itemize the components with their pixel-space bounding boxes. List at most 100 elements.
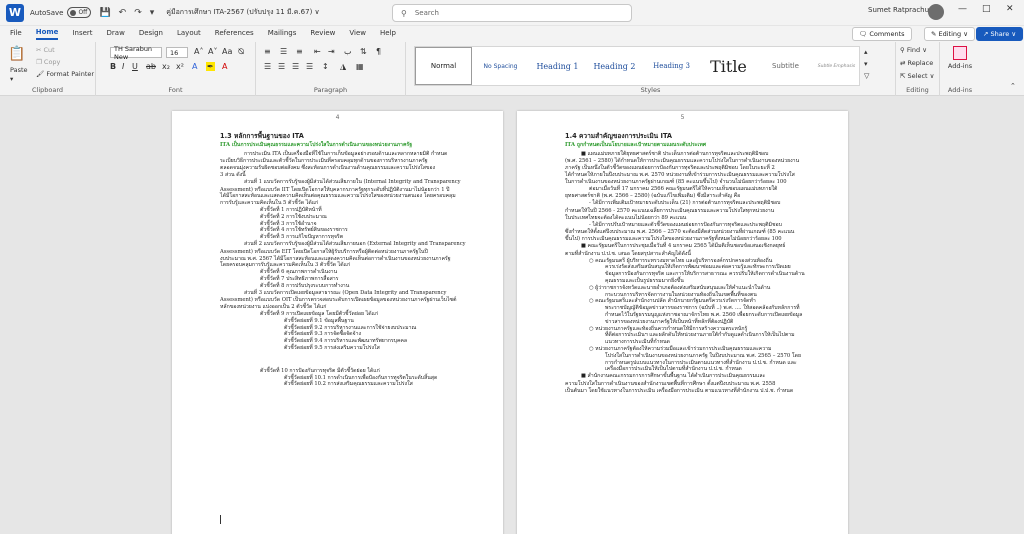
document-title[interactable]: คู่มือการเศึกษา ITA-2567 (ปรับปรุง 11 มี… (166, 7, 319, 18)
tab-mailings[interactable]: Mailings (268, 29, 297, 39)
align-left-icon[interactable]: ☰ (264, 62, 271, 71)
sort-icon[interactable]: ⇅ (360, 47, 367, 56)
justify-icon[interactable]: ☰ (306, 62, 313, 71)
tab-help[interactable]: Help (380, 29, 396, 39)
redo-icon[interactable]: ↷ (134, 8, 142, 18)
autosave-label: AutoSave (30, 8, 64, 17)
format-painter-button[interactable]: 🖌 Format Painter (36, 70, 94, 78)
style-no-spacing[interactable]: No Spacing (472, 47, 529, 85)
tab-home[interactable]: Home (35, 28, 59, 40)
borders-icon[interactable]: ▦ (356, 62, 364, 71)
styles-scroll-down-icon[interactable]: ▾ (864, 60, 868, 68)
paste-dropdown-icon[interactable]: ▾ (10, 75, 13, 83)
search-input[interactable]: ⚲ Search (392, 4, 632, 22)
tab-file[interactable]: File (10, 29, 22, 39)
style-subtitle-label: Subtitle (771, 62, 799, 70)
minimize-icon[interactable]: — (958, 4, 967, 14)
decrease-indent-icon[interactable]: ⇤ (314, 47, 321, 56)
show-formatting-icon[interactable]: ¶ (376, 47, 381, 56)
find-button[interactable]: ⚲ Find ∨ (900, 46, 927, 54)
styles-group-label: Styles (640, 86, 661, 94)
style-normal[interactable]: Normal (415, 47, 472, 85)
page-4[interactable]: 4 1.3 หลักการพื้นฐานของ ITA ITA เป็นการป… (172, 111, 503, 534)
maximize-icon[interactable]: □ (982, 4, 991, 14)
style-heading-2[interactable]: Heading 2 (586, 47, 643, 85)
style-subtle-emphasis[interactable]: Subtle Emphasis (814, 47, 859, 85)
style-subtle-emphasis-label: Subtle Emphasis (817, 63, 856, 69)
subscript-icon[interactable]: x₂ (162, 62, 170, 71)
increase-indent-icon[interactable]: ⇥ (328, 47, 335, 56)
user-name[interactable]: Sumet Ratprachum (868, 6, 936, 14)
page-number: 4 (335, 114, 340, 121)
copy-button[interactable]: ❐ Copy (36, 58, 60, 66)
share-label: Share ∨ (990, 30, 1017, 38)
change-case-icon[interactable]: Aa (222, 47, 232, 56)
paragraph-line: การประเมิน ITA เป็นเครื่องมือที่ใช้ในการ… (244, 150, 448, 157)
styles-more-icon[interactable]: ▽ (864, 72, 869, 80)
page-body[interactable]: 1.3 หลักการพื้นฐานของ ITA ITA เป็นการประ… (220, 133, 483, 388)
save-icon[interactable]: 💾 (99, 8, 110, 18)
document-canvas[interactable]: 4 1.3 หลักการพื้นฐานของ ITA ITA เป็นการป… (0, 97, 1024, 534)
customize-toolbar-icon[interactable]: ▾ (150, 8, 155, 18)
tab-insert[interactable]: Insert (72, 29, 92, 39)
underline-icon[interactable]: U (132, 62, 138, 71)
tab-layout[interactable]: Layout (177, 29, 201, 39)
font-size-select[interactable]: 16 (166, 47, 188, 58)
bold-icon[interactable]: B (110, 62, 116, 71)
addins-button[interactable]: Add-ins (946, 46, 974, 70)
align-center-icon[interactable]: ☰ (278, 62, 285, 71)
style-title[interactable]: Title (700, 47, 757, 85)
strikethrough-icon[interactable]: ab (146, 62, 156, 71)
format-painter-icon: 🖌 (36, 70, 47, 78)
font-name-select[interactable]: TH Sarabun New (110, 45, 162, 61)
close-icon[interactable]: ✕ (1006, 4, 1014, 14)
page-body[interactable]: 1.4 ความสำคัญของการประเมิน ITA ITA ถูกกำ… (565, 133, 828, 394)
superscript-icon[interactable]: x² (176, 62, 184, 71)
clear-formatting-icon[interactable]: ⦰ (238, 47, 244, 57)
paste-button[interactable]: Paste (10, 66, 28, 74)
comments-button[interactable]: 🗨 Comments (852, 27, 912, 41)
page-number: 5 (680, 114, 685, 121)
editing-group-label: Editing (906, 86, 929, 94)
styles-scroll-up-icon[interactable]: ▴ (864, 48, 868, 56)
share-button[interactable]: ↗ Share ∨ (976, 27, 1024, 41)
shading-icon[interactable]: ◮ (340, 62, 346, 71)
italic-icon[interactable]: I (122, 62, 124, 71)
replace-button[interactable]: ⇄ Replace (900, 59, 933, 67)
tab-design[interactable]: Design (139, 29, 163, 39)
autosave-control[interactable]: AutoSave Off (30, 7, 92, 18)
collapse-ribbon-icon[interactable]: ⌃ (1010, 82, 1016, 90)
multilevel-list-icon[interactable]: ≡ (296, 47, 303, 56)
tab-draw[interactable]: Draw (107, 29, 125, 39)
thai-distributed-icon[interactable]: ب (344, 47, 352, 56)
list-item: โปร่งใสในการดำเนินงานของหน่วยงานภาครัฐ ใ… (605, 352, 802, 359)
paragraph-line: ต่อมาเมื่อวันที่ 17 มกราคม 2566 คณะรัฐมน… (589, 185, 778, 192)
style-subtitle[interactable]: Subtitle (757, 47, 814, 85)
paste-icon[interactable]: 📋 (8, 46, 25, 62)
shrink-font-icon[interactable]: A˅ (208, 47, 217, 56)
editing-mode-button[interactable]: ✎ Editing ∨ (924, 27, 975, 41)
select-button[interactable]: ⇱ Select ∨ (900, 72, 934, 80)
tab-review[interactable]: Review (310, 29, 335, 39)
page-5[interactable]: 5 1.4 ความสำคัญของการประเมิน ITA ITA ถูก… (517, 111, 848, 534)
style-heading-1[interactable]: Heading 1 (529, 47, 586, 85)
font-color-icon[interactable]: A (222, 62, 227, 71)
tab-view[interactable]: View (349, 29, 366, 39)
find-label: Find ∨ (906, 46, 927, 54)
align-right-icon[interactable]: ☰ (292, 62, 299, 71)
autosave-toggle[interactable]: Off (67, 7, 92, 18)
highlight-icon[interactable]: ✒ (206, 62, 215, 71)
list-item: ตัวชี้วัดที่ 6 คุณภาพการดำเนินงาน (260, 269, 338, 276)
paragraph-line: ส่วนที่ 2 แบบวัดการรับรู้ของผู้มีส่วนได้… (244, 240, 466, 247)
share-icon: ↗ (983, 30, 991, 38)
text-effects-icon[interactable]: A (192, 62, 197, 71)
cut-button[interactable]: ✂ Cut (36, 46, 55, 54)
avatar[interactable] (928, 4, 944, 20)
tab-references[interactable]: References (215, 29, 254, 39)
bullets-icon[interactable]: ≡ (264, 47, 271, 56)
grow-font-icon[interactable]: A˄ (194, 47, 203, 56)
line-spacing-icon[interactable]: ↕ (322, 62, 329, 71)
undo-icon[interactable]: ↶ (119, 8, 127, 18)
numbering-icon[interactable]: ☰ (280, 47, 287, 56)
style-heading-3[interactable]: Heading 3 (643, 47, 700, 85)
